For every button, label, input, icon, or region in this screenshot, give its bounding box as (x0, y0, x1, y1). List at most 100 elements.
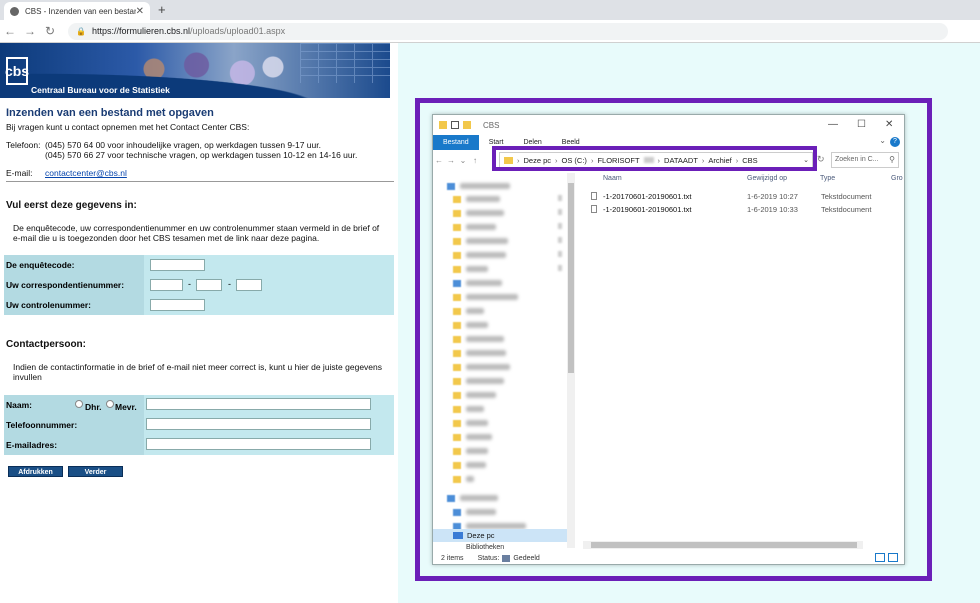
tel-input[interactable] (146, 418, 371, 430)
search-input[interactable]: Zoeken in C... ⚲ (831, 152, 899, 168)
nav-item[interactable] (453, 250, 506, 260)
nav-item[interactable] (453, 446, 488, 456)
nav-item[interactable] (453, 376, 504, 386)
pin-icon (558, 251, 562, 257)
refresh-icon[interactable]: ↻ (817, 154, 825, 165)
properties-icon[interactable] (451, 121, 459, 129)
forward-icon[interactable]: → (445, 156, 457, 165)
nav-item[interactable] (453, 362, 510, 372)
nav-item[interactable] (453, 390, 496, 400)
nav-item[interactable] (453, 460, 486, 470)
nav-quick-access[interactable] (447, 181, 510, 191)
explorer-titlebar: CBS — ☐ ✕ (433, 115, 904, 135)
nav-item[interactable] (453, 320, 488, 330)
navigation-pane (433, 173, 567, 543)
text-file-icon (591, 205, 597, 213)
pin-icon (558, 265, 562, 271)
nav-item[interactable] (453, 432, 492, 442)
column-type[interactable]: Type (820, 175, 835, 182)
back-icon[interactable]: ← (0, 24, 20, 38)
blurred-text (466, 462, 486, 468)
tiles-view-icon[interactable] (888, 553, 898, 562)
nav-item[interactable] (453, 474, 474, 484)
email-input[interactable] (146, 438, 371, 450)
browser-tab[interactable]: CBS - Inzenden van een bestand ✕ (4, 2, 150, 20)
nav-item[interactable] (453, 334, 504, 344)
blurred-text (466, 224, 496, 230)
column-name[interactable]: Naam (603, 175, 622, 182)
nav-item[interactable] (453, 236, 508, 246)
mail-label: E-mail: (6, 168, 33, 178)
corr-input-3[interactable] (236, 279, 262, 291)
dhr-radio[interactable] (75, 400, 83, 408)
scrollbar-thumb[interactable] (568, 183, 574, 373)
tel-line-1: (045) 570 64 00 voor inhoudelijke vragen… (45, 140, 321, 150)
nav-item[interactable] (453, 278, 502, 288)
ctrl-label: Uw controlenummer: (4, 295, 144, 315)
nav-item[interactable] (453, 418, 488, 428)
close-icon[interactable]: ✕ (885, 119, 893, 130)
nav-item[interactable] (453, 348, 506, 358)
cloud-icon (447, 494, 455, 502)
url-input[interactable]: 🔒 https://formulieren.cbs.nl /uploads/up… (68, 22, 948, 40)
email-label: E-mailadres: (4, 435, 144, 455)
nav-item[interactable] (453, 222, 496, 232)
ctrl-input[interactable] (150, 299, 205, 311)
tel2-label: Telefoonnummer: (4, 415, 144, 435)
tel-line-2: (045) 570 66 27 voor technische vragen, … (45, 150, 358, 160)
column-date[interactable]: Gewijzigd op (747, 175, 787, 182)
nav-onedrive[interactable] (447, 493, 498, 503)
email-link[interactable]: contactcenter@cbs.nl (45, 168, 127, 178)
file-row[interactable]: -1-20190601-20190601.txt 1-6-2019 10:33 … (591, 204, 901, 216)
folder-icon (453, 447, 461, 455)
folder-icon (453, 195, 461, 203)
nav-item[interactable] (453, 264, 488, 274)
mevr-radio[interactable] (106, 400, 114, 408)
reload-icon[interactable]: ↻ (40, 24, 60, 38)
nav-item[interactable] (453, 306, 484, 316)
next-button[interactable]: Verder (68, 466, 123, 477)
pin-icon (558, 209, 562, 215)
print-button[interactable]: Afdrukken (8, 466, 63, 477)
blurred-text (466, 448, 488, 454)
nav-item[interactable] (453, 194, 500, 204)
cbs-page: cbs Centraal Bureau voor de Statistiek I… (0, 43, 398, 603)
help-icon[interactable]: ? (890, 137, 900, 147)
scrollbar-thumb[interactable] (591, 542, 857, 548)
new-folder-icon[interactable] (463, 121, 471, 129)
new-tab-button[interactable]: + (158, 2, 166, 17)
ctrl-row: Uw controlenummer: (4, 295, 394, 315)
up-icon[interactable]: ↑ (469, 156, 481, 165)
close-tab-icon[interactable]: ✕ (136, 6, 144, 17)
details-view-icon[interactable] (875, 553, 885, 562)
search-placeholder: Zoeken in C... (835, 156, 879, 163)
forward-icon[interactable]: → (20, 24, 40, 38)
maximize-icon[interactable]: ☐ (857, 119, 866, 130)
folder-icon (453, 307, 461, 315)
nav-item[interactable] (453, 404, 484, 414)
nav-scrollbar[interactable] (567, 173, 575, 548)
tel-row: Telefoonnummer: (4, 415, 394, 435)
item-count: 2 items (441, 554, 464, 562)
back-icon[interactable]: ← (433, 156, 445, 165)
column-size[interactable]: Gro (891, 175, 903, 182)
recent-icon[interactable]: ⌄ (457, 156, 469, 165)
enquete-input[interactable] (150, 259, 205, 271)
nav-deze-pc[interactable]: Deze pc (453, 531, 495, 540)
corr-input-1[interactable] (150, 279, 183, 291)
nav-bibliotheken[interactable]: Bibliotheken (466, 544, 504, 551)
ribbon-tab-bestand[interactable]: Bestand (433, 135, 479, 150)
corr-input-2[interactable] (196, 279, 222, 291)
pin-icon (558, 223, 562, 229)
file-name: -1-20170601-20190601.txt (603, 192, 692, 201)
file-row[interactable]: -1-20170601-20190601.txt 1-6-2019 10:27 … (591, 191, 901, 203)
ribbon-expand-icon[interactable]: ⌄ (879, 136, 886, 145)
pin-icon (558, 195, 562, 201)
minimize-icon[interactable]: — (828, 119, 838, 130)
nav-item[interactable] (453, 292, 518, 302)
naam-input[interactable] (146, 398, 371, 410)
nav-item[interactable] (453, 507, 496, 517)
file-hscrollbar[interactable] (583, 541, 863, 549)
tab-title: CBS - Inzenden van een bestand (25, 6, 136, 16)
nav-item[interactable] (453, 208, 504, 218)
